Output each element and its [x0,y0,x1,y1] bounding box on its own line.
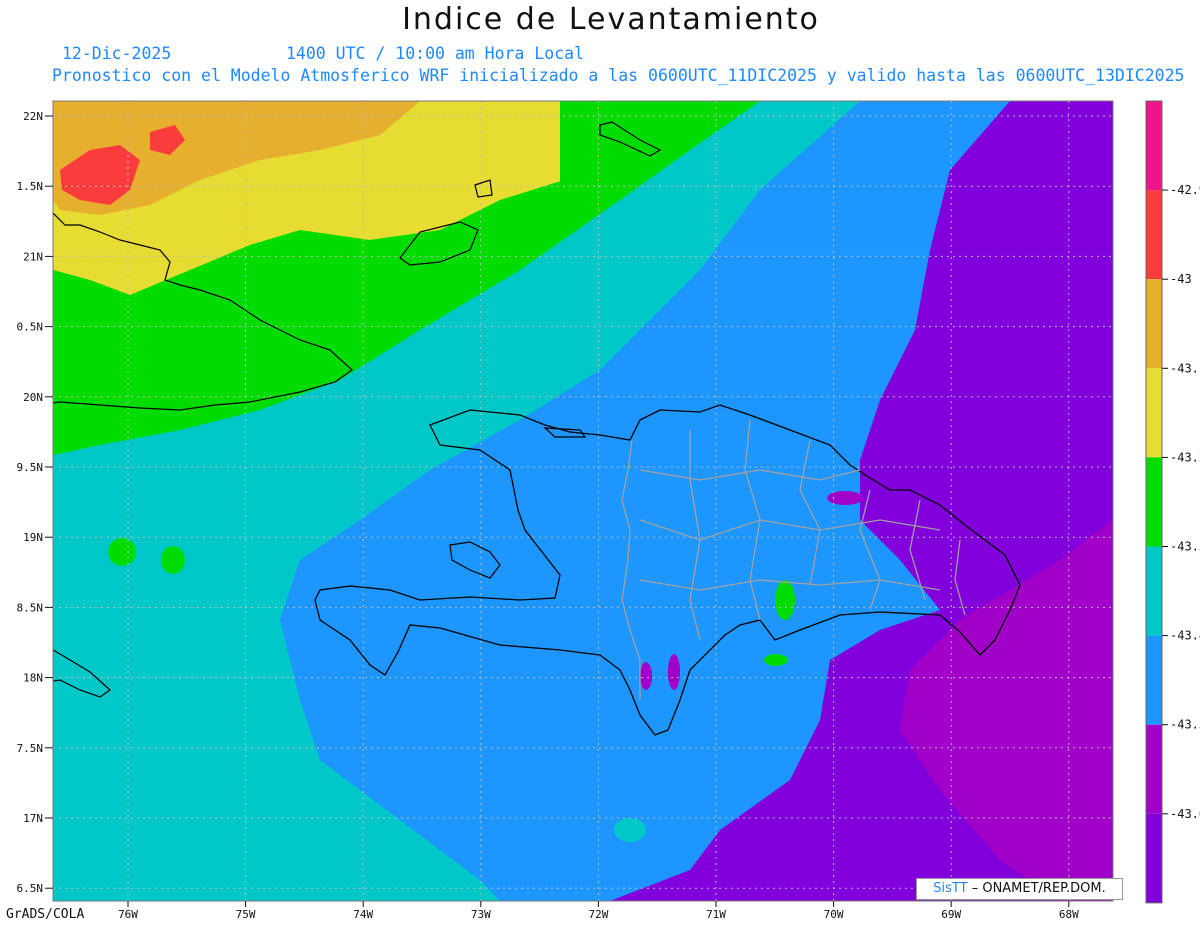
colorbar-label: -43 [1170,272,1192,286]
colorbar-label: -43.3 [1170,540,1200,554]
grads-footer: GrADS/COLA [6,907,85,922]
lon-label: 73W [471,908,491,921]
violet-spot [827,491,863,505]
lat-label: 19N [23,531,43,544]
lat-label: 8.5N [17,601,44,614]
cyan-spot [614,818,646,842]
lat-label: 0.5N [17,321,44,334]
lon-label: 74W [353,908,373,921]
lat-label: 21N [23,250,43,263]
colorbar-label: -43.4 [1170,629,1200,643]
colorbar-label: -43.1 [1170,361,1200,375]
green-spot [764,654,788,666]
green-spot [108,538,136,566]
lat-label: 7.5N [17,742,44,755]
green-spot [775,580,795,620]
lon-label: 76W [118,908,138,921]
colorbar-segment [1146,101,1162,191]
lat-label: 1.5N [17,180,44,193]
lat-label: 9.5N [17,461,44,474]
onamet-credit: SisTT – ONAMET/REP.DOM. [916,878,1123,900]
colorbar-label: -43.2 [1170,450,1200,464]
colorbar-label: -43.6 [1170,807,1200,821]
lifted-index-map: 22N 1.5N 21N 0.5N 20N 9.5N 19N 8.5N 18N 7.5N 17N 6.… [17,100,1200,921]
colorbar-label: -43.5 [1170,718,1200,732]
lon-label: 68W [1059,908,1079,921]
lon-label: 69W [941,908,961,921]
lat-label: 17N [23,812,43,825]
lat-label: 18N [23,672,43,685]
colorbar-segment [1146,190,1162,280]
colorbar-label: -42.9 [1170,183,1200,197]
violet-spot [668,654,680,690]
colorbar-segment [1146,724,1162,814]
latitude-axis: 22N 1.5N 21N 0.5N 20N 9.5N 19N 8.5N 18N 7.5N 17N 6.… [17,110,53,895]
credit-text: – ONAMET/REP.DOM. [971,881,1106,896]
green-spot [161,546,185,574]
colorbar-segment [1146,546,1162,636]
colorbar-segment [1146,368,1162,458]
sistt-logo: SisTT [933,881,968,896]
lon-label: 72W [588,908,608,921]
lon-label: 70W [824,908,844,921]
lat-label: 20N [23,391,43,404]
colorbar-segment [1146,635,1162,725]
longitude-axis: 76W 75W 74W 73W 72W 71W 70W 69W 68W [118,901,1079,921]
lon-label: 71W [706,908,726,921]
field-shading [53,101,1113,901]
colorbar-segment [1146,457,1162,547]
colorbar-segment [1146,279,1162,369]
lon-label: 75W [236,908,256,921]
colorbar-segment [1146,813,1162,903]
colorbar: -42.9 -43 -43.1 -43.2 -43.3 -43.4 -43.5 -43.6 [1145,100,1200,904]
lat-label: 22N [23,110,43,123]
lat-label: 6.5N [17,882,44,895]
violet-spot [640,662,652,690]
